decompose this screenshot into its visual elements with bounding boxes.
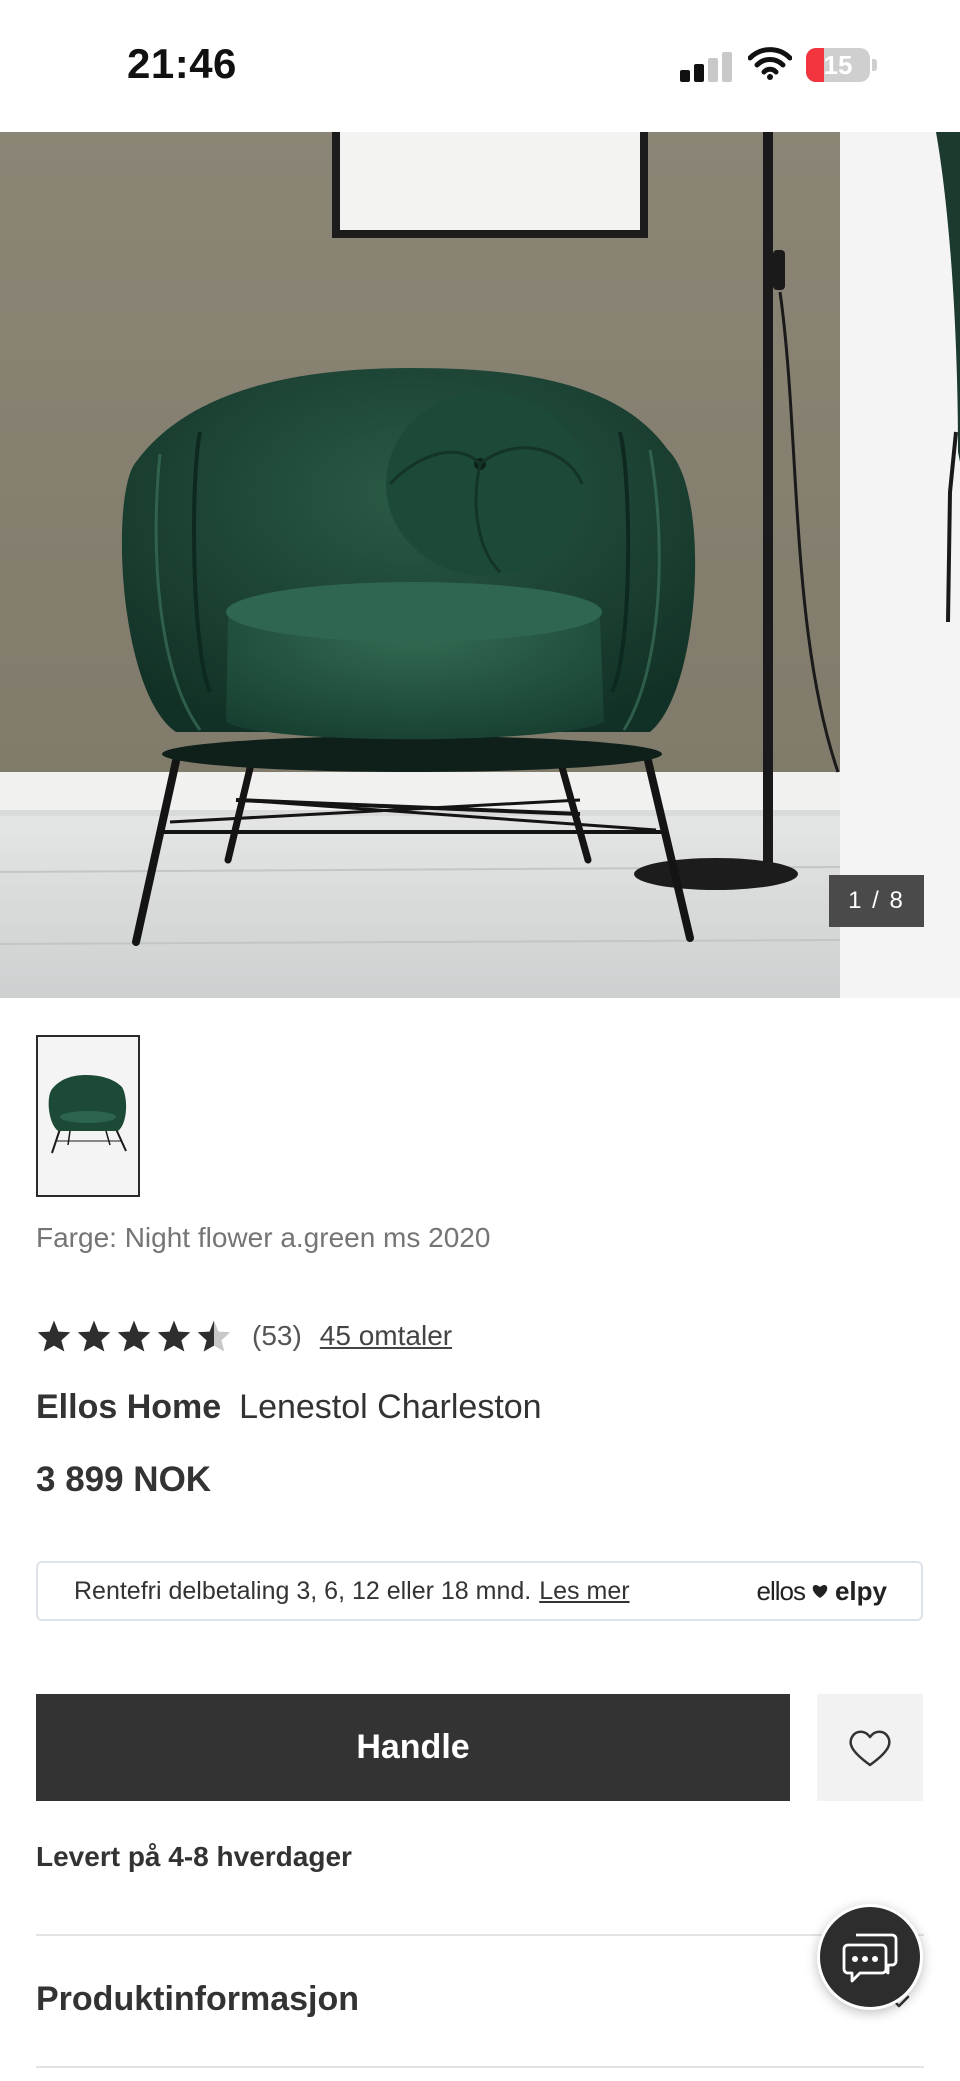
thumbnail-image bbox=[38, 1037, 138, 1195]
brand-name[interactable]: Ellos Home bbox=[36, 1388, 221, 1426]
read-more-link[interactable]: Les mer bbox=[539, 1577, 629, 1605]
chat-button[interactable] bbox=[817, 1904, 923, 2010]
ellos-elpy-logo: ellos elpy bbox=[756, 1563, 887, 1619]
divider bbox=[36, 1934, 924, 1936]
logo-ellos: ellos bbox=[756, 1576, 805, 1606]
star-rating bbox=[36, 1319, 232, 1353]
thumbnail-selected[interactable] bbox=[36, 1035, 140, 1197]
status-time: 21:46 bbox=[127, 40, 237, 87]
installment-text: Rentefri delbetaling 3, 6, 12 eller 18 m… bbox=[74, 1563, 630, 1619]
half-star-icon bbox=[197, 1320, 231, 1352]
installment-description: Rentefri delbetaling 3, 6, 12 eller 18 m… bbox=[74, 1577, 532, 1605]
delivery-info: Levert på 4-8 hverdager bbox=[36, 1841, 352, 1872]
product-price: 3 899 NOK bbox=[36, 1460, 212, 1499]
battery-level: 15 bbox=[823, 50, 853, 80]
product-info-header[interactable]: Produktinformasjon bbox=[36, 1980, 359, 2019]
buy-button[interactable]: Handle bbox=[36, 1694, 790, 1801]
wishlist-button[interactable] bbox=[817, 1694, 923, 1801]
status-bar: 21:46 15 bbox=[0, 0, 960, 132]
logo-elpy: elpy bbox=[834, 1576, 887, 1606]
image-counter: 1 / 8 bbox=[829, 875, 924, 927]
wifi-icon bbox=[748, 47, 792, 80]
next-product-image[interactable] bbox=[840, 132, 960, 998]
star-icon bbox=[37, 1320, 71, 1352]
star-icon bbox=[157, 1320, 191, 1352]
divider bbox=[36, 2066, 924, 2068]
battery-icon: 15 bbox=[806, 48, 877, 82]
cellular-signal-icon bbox=[680, 50, 732, 82]
product-image-gallery[interactable]: 1 / 8 bbox=[0, 132, 960, 998]
color-label: Farge: Night flower a.green ms 2020 bbox=[36, 1222, 491, 1253]
star-icon bbox=[117, 1320, 151, 1352]
reviews-link[interactable]: 45 omtaler bbox=[320, 1320, 452, 1352]
product-image[interactable] bbox=[0, 132, 840, 998]
installment-banner: Rentefri delbetaling 3, 6, 12 eller 18 m… bbox=[36, 1561, 923, 1621]
product-title: Ellos Home Lenestol Charleston bbox=[36, 1388, 542, 1427]
rating-row: (53) 45 omtaler bbox=[36, 1314, 452, 1358]
heart-icon bbox=[849, 1730, 891, 1766]
star-icon bbox=[77, 1320, 111, 1352]
heart-logo-icon bbox=[812, 1585, 828, 1598]
rating-count: (53) bbox=[252, 1320, 302, 1351]
chat-icon bbox=[842, 1933, 898, 1983]
product-name: Lenestol Charleston bbox=[239, 1388, 542, 1426]
